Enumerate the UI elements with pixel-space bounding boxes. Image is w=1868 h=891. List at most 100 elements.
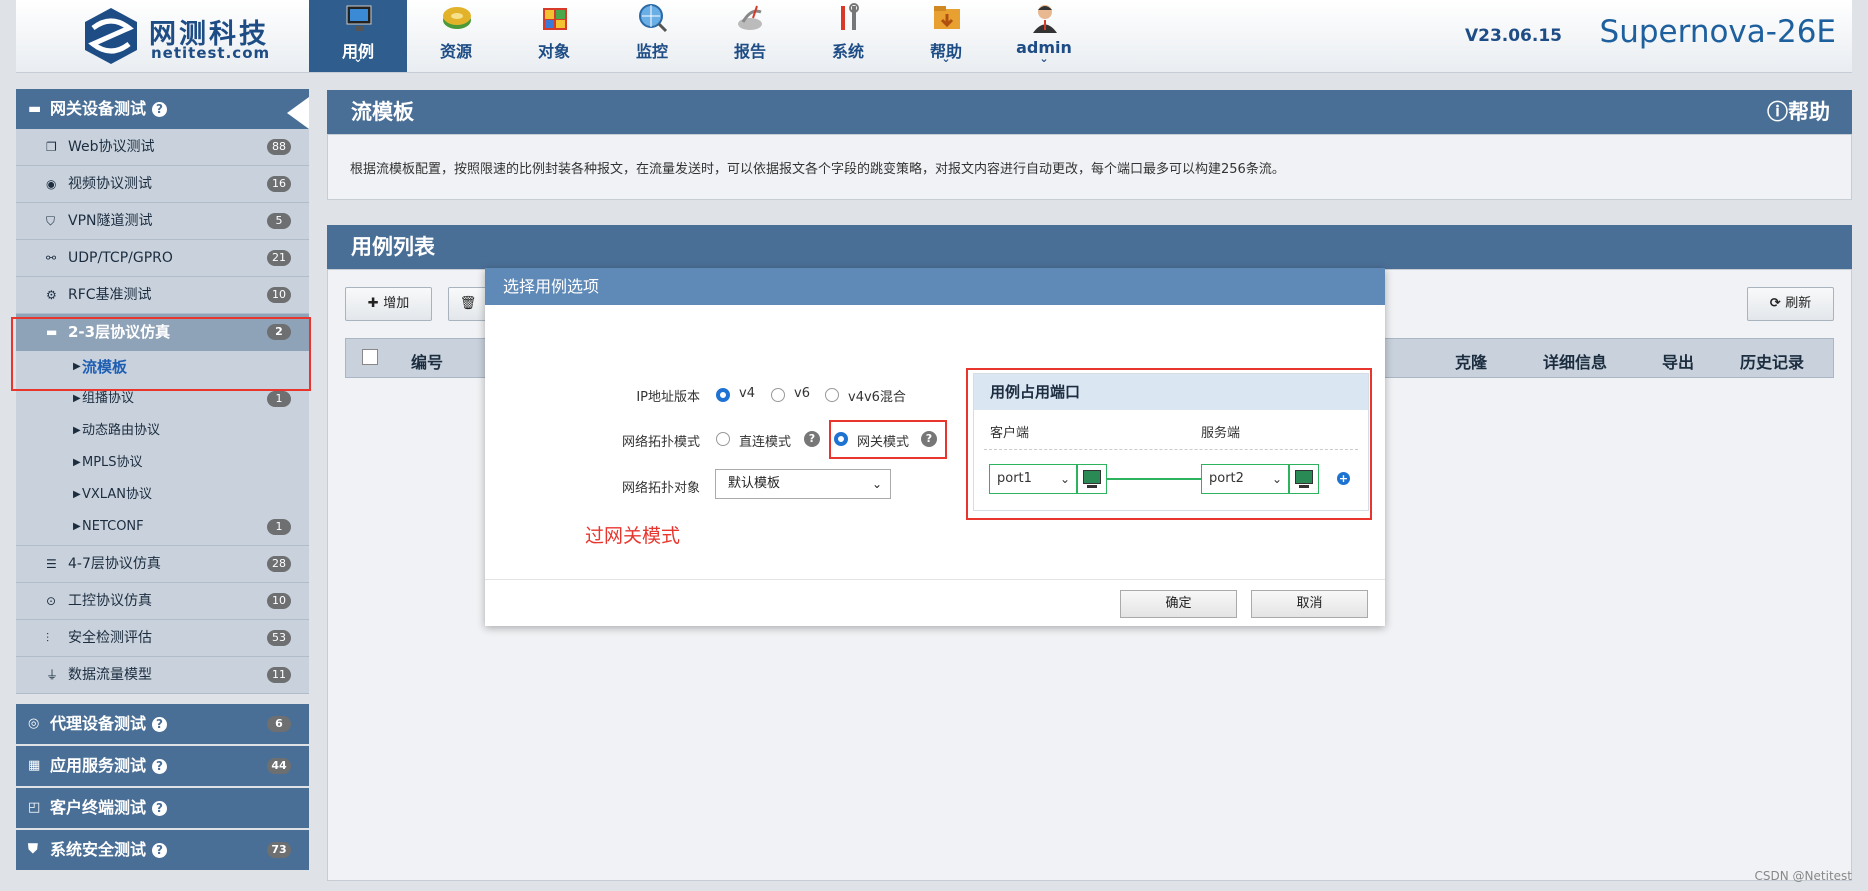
sidebar-group-gateway[interactable]: ▬ 网关设备测试? bbox=[16, 89, 309, 129]
sidebar-subitem-netconf[interactable]: ▶ NETCONF 1 bbox=[16, 511, 309, 546]
column-header-history[interactable]: 历史记录 bbox=[1740, 349, 1804, 373]
add-port-icon[interactable]: + bbox=[1337, 472, 1350, 485]
client-nic-icon[interactable] bbox=[1077, 464, 1107, 494]
sidebar-item-label: RFC基准测试 bbox=[68, 287, 152, 303]
delete-button[interactable]: 🗑 bbox=[448, 287, 488, 321]
flask-icon: ⏚ bbox=[46, 668, 59, 682]
add-button[interactable]: ✚ 增加 bbox=[345, 287, 432, 321]
sidebar-item-udp-tcp[interactable]: ⚯ UDP/TCP/GPRO 21 bbox=[16, 240, 309, 277]
confirm-button[interactable]: 确定 bbox=[1120, 590, 1237, 618]
ip-v4-radio[interactable] bbox=[716, 388, 730, 402]
sidebar-item-industrial[interactable]: ⊙ 工控协议仿真 10 bbox=[16, 583, 309, 620]
column-header-clone[interactable]: 克隆 bbox=[1455, 349, 1487, 373]
sidebar-item-security-eval[interactable]: ⫶ 安全检测评估 53 bbox=[16, 620, 309, 657]
column-header-details[interactable]: 详细信息 bbox=[1543, 349, 1607, 373]
select-all-checkbox[interactable] bbox=[362, 349, 378, 365]
group-label-text: 应用服务测试 bbox=[50, 756, 147, 775]
sidebar-item-video[interactable]: ◉ 视频协议测试 16 bbox=[16, 166, 309, 203]
server-port-select[interactable]: port2 ⌄ bbox=[1201, 464, 1289, 494]
nav-item-objects[interactable]: 对象 bbox=[505, 0, 603, 72]
nav-item-monitor[interactable]: 监控 bbox=[603, 0, 701, 72]
watermark: CSDN @Netitest bbox=[1754, 869, 1852, 883]
client-port-select[interactable]: port1 ⌄ bbox=[989, 464, 1077, 494]
sidebar-item-label: 数据流量模型 bbox=[68, 667, 152, 683]
client-column-label: 客户端 bbox=[990, 426, 1030, 441]
nav-item-resources[interactable]: 资源 bbox=[407, 0, 505, 72]
count-badge: 16 bbox=[267, 176, 291, 192]
panel-title: 用例列表 bbox=[351, 235, 435, 259]
monitor-icon bbox=[346, 5, 372, 31]
chevron-down-icon: ⌄ bbox=[871, 477, 882, 491]
group-label-text: 系统安全测试 bbox=[50, 840, 147, 859]
sidebar-subitem-vxlan[interactable]: ▶ VXLAN协议 bbox=[16, 479, 309, 511]
play-circle-icon: ◉ bbox=[46, 177, 57, 191]
help-icon[interactable]: ? bbox=[152, 801, 168, 816]
sidebar: ▬ 网关设备测试? ❐ Web协议测试 88 ◉ 视频协议测试 16 ⛉ VPN… bbox=[16, 89, 309, 884]
ip-v4-label[interactable]: v4 bbox=[739, 386, 755, 401]
count-badge: 28 bbox=[267, 556, 291, 572]
column-header-id[interactable]: 编号 bbox=[411, 349, 443, 373]
sidebar-item-label: UDP/TCP/GPRO bbox=[68, 250, 173, 266]
ip-v4v6-label[interactable]: v4v6混合 bbox=[848, 386, 906, 405]
resource-disk-icon bbox=[443, 7, 471, 29]
refresh-button[interactable]: ⟳ 刷新 bbox=[1747, 287, 1834, 321]
sidebar-group-app-service[interactable]: ▦ 应用服务测试? 44 bbox=[16, 746, 309, 786]
help-icon[interactable]: ? bbox=[152, 102, 168, 117]
sidebar-group-client-terminal[interactable]: ◰ 客户终端测试? bbox=[16, 788, 309, 828]
main-nav: 用例 ⌄ 资源 对象 监控 报告 系统 帮助 ⌄ admin ⌄ bbox=[309, 0, 1093, 72]
ip-v6-radio[interactable] bbox=[771, 388, 785, 402]
sidebar-item-label: 安全检测评估 bbox=[68, 630, 152, 646]
help-link[interactable]: ⓘ帮助 bbox=[1767, 90, 1830, 134]
nav-item-reports[interactable]: 报告 bbox=[701, 0, 799, 72]
help-label: 帮助 bbox=[1788, 100, 1830, 124]
sidebar-item-rfc[interactable]: ⚙ RFC基准测试 10 bbox=[16, 277, 309, 314]
version-text: V23.06.15 bbox=[1464, 26, 1562, 46]
sidebar-item-l4l7[interactable]: ☰ 4-7层协议仿真 28 bbox=[16, 546, 309, 583]
sidebar-group-label: 应用服务测试? bbox=[50, 746, 168, 786]
count-badge: 88 bbox=[267, 139, 291, 155]
sitemap-icon: ⫶ bbox=[46, 631, 50, 645]
direct-mode-label[interactable]: 直连模式 bbox=[739, 431, 791, 450]
sidebar-group-label: 客户终端测试? bbox=[50, 788, 168, 828]
brand-logo[interactable]: 网测科技 netitest.com bbox=[61, 6, 281, 66]
server-icon: ☰ bbox=[46, 557, 57, 571]
ip-v4v6-radio[interactable] bbox=[825, 388, 839, 402]
help-icon[interactable]: ? bbox=[152, 759, 168, 774]
nav-item-help[interactable]: 帮助 ⌄ bbox=[897, 0, 995, 72]
window-icon: ◰ bbox=[28, 800, 41, 815]
ip-v6-label[interactable]: v6 bbox=[794, 386, 810, 401]
top-bar: 网测科技 netitest.com 用例 ⌄ 资源 对象 监控 报告 系统 帮助… bbox=[16, 0, 1852, 73]
cancel-button[interactable]: 取消 bbox=[1251, 590, 1368, 618]
direct-mode-radio[interactable] bbox=[716, 432, 730, 446]
target-icon: ⊙ bbox=[46, 594, 57, 608]
sidebar-item-web[interactable]: ❐ Web协议测试 88 bbox=[16, 129, 309, 166]
sidebar-subitem-dynamic-routing[interactable]: ▶ 动态路由协议 bbox=[16, 415, 309, 447]
nav-item-admin[interactable]: admin ⌄ bbox=[995, 0, 1093, 72]
subitem-label: VXLAN协议 bbox=[82, 487, 152, 502]
nav-item-system[interactable]: 系统 bbox=[799, 0, 897, 72]
sidebar-subitem-mpls[interactable]: ▶ MPLS协议 bbox=[16, 447, 309, 479]
count-badge: 1 bbox=[267, 519, 291, 535]
tools-icon bbox=[841, 3, 859, 30]
select-value: port1 bbox=[997, 471, 1032, 486]
help-icon[interactable]: ? bbox=[152, 843, 168, 858]
select-value: port2 bbox=[1209, 471, 1244, 486]
count-badge: 1 bbox=[267, 391, 291, 407]
dashed-divider bbox=[984, 449, 1358, 450]
server-nic-icon[interactable] bbox=[1289, 464, 1319, 494]
sidebar-group-system-security[interactable]: ⛊ 系统安全测试? 73 bbox=[16, 830, 309, 870]
flow-template-header: 流模板 ⓘ帮助 bbox=[327, 90, 1852, 134]
case-ports-panel: 用例占用端口 客户端 服务端 port1 ⌄ port2 ⌄ + bbox=[973, 373, 1369, 511]
monitor-globe-icon bbox=[639, 4, 668, 33]
nav-item-cases[interactable]: 用例 ⌄ bbox=[309, 0, 407, 72]
column-header-export[interactable]: 导出 bbox=[1662, 349, 1694, 373]
help-icon[interactable]: ? bbox=[152, 717, 168, 732]
topology-object-select[interactable]: 默认模板 ⌄ bbox=[715, 469, 891, 499]
refresh-icon: ⟳ bbox=[1769, 296, 1786, 311]
collapse-arrow-icon[interactable] bbox=[287, 97, 309, 129]
sidebar-item-traffic-model[interactable]: ⏚ 数据流量模型 11 bbox=[16, 657, 309, 694]
sidebar-item-vpn[interactable]: ⛉ VPN隧道测试 5 bbox=[16, 203, 309, 240]
report-satellite-icon bbox=[738, 5, 762, 30]
help-icon[interactable]: ? bbox=[804, 431, 820, 447]
sidebar-group-proxy[interactable]: ◎ 代理设备测试? 6 bbox=[16, 704, 309, 744]
